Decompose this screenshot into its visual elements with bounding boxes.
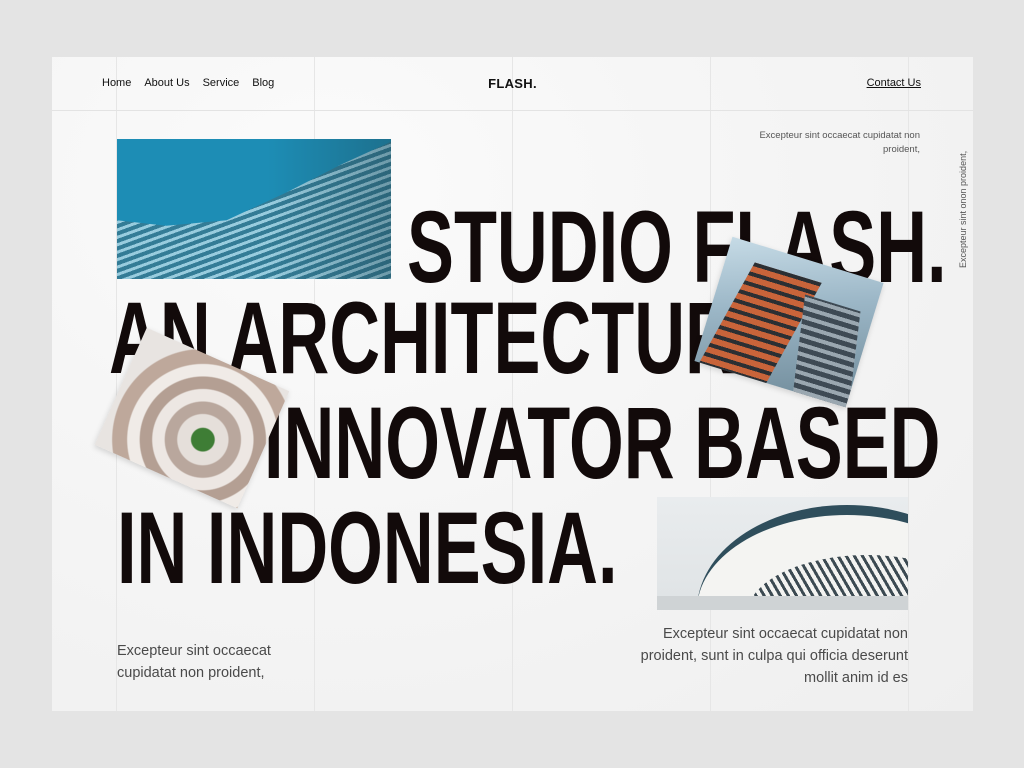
hero-frame: Home About Us Service Blog FLASH. Contac… bbox=[52, 57, 973, 711]
intro-text-right: Excepteur sint occaecat cupidatat non pr… bbox=[640, 626, 908, 686]
contact-us-link[interactable]: Contact Us bbox=[867, 77, 921, 89]
architecture-photo-curved-building bbox=[657, 497, 908, 610]
headline-line-4: IN INDONESIA. bbox=[117, 491, 618, 605]
headline-line-3: INNOVATOR BASED bbox=[264, 386, 941, 500]
side-note-text: Excepteur sint onon proident, bbox=[958, 150, 968, 268]
header-divider bbox=[52, 110, 973, 111]
top-note: Excepteur sint occaecat cupidatat non pr… bbox=[759, 130, 920, 155]
architecture-photo-facade bbox=[117, 139, 391, 279]
side-note: Excepteur sint onon proident, bbox=[956, 135, 970, 335]
brand-logo[interactable]: FLASH. bbox=[52, 76, 973, 91]
intro-text-left: Excepteur sint occaecat cupidatat non pr… bbox=[117, 643, 271, 681]
